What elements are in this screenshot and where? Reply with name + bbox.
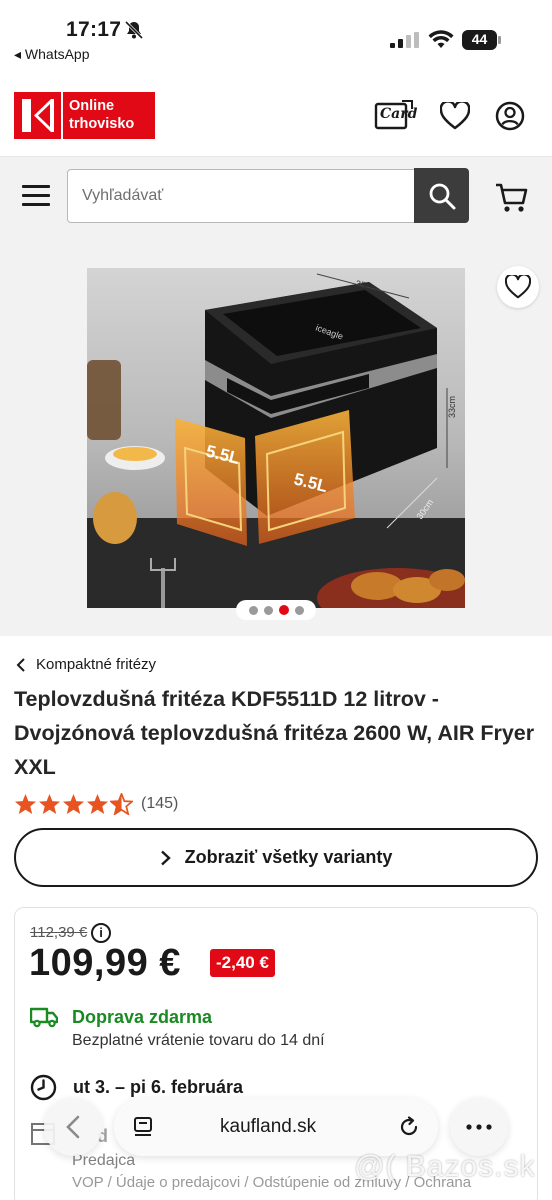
battery-icon: 44: [462, 30, 502, 50]
rating-count[interactable]: (145): [141, 795, 178, 813]
star-full-icon: [38, 793, 61, 815]
chevron-left-icon: [16, 657, 25, 672]
gallery-dot[interactable]: [263, 605, 273, 615]
favorite-button[interactable]: [497, 266, 539, 308]
breadcrumb[interactable]: Kompaktné fritézy: [16, 656, 156, 673]
shipping-row: Doprava zdarma: [30, 1006, 212, 1028]
user-account-icon[interactable]: [490, 96, 530, 136]
address-bar[interactable]: kaufland.sk: [114, 1098, 438, 1156]
card-label: Card: [380, 106, 418, 122]
old-price: 112,39 €: [30, 924, 88, 941]
reader-mode-icon[interactable]: [132, 1116, 154, 1138]
menu-hamburger-icon[interactable]: [22, 185, 50, 207]
status-time: 17:17: [66, 18, 122, 41]
gallery-pagination[interactable]: [236, 600, 316, 620]
search-icon: [429, 183, 455, 209]
search-input[interactable]: Vyhľadávať: [67, 169, 415, 223]
product-gallery[interactable]: iceagle 5.5L 5.5L 35cm 33cm 30cm: [0, 238, 552, 636]
bell-slash-icon: [124, 20, 144, 40]
product-title: Teplovzdušná fritéza KDF5511D 12 litrov …: [14, 687, 535, 779]
product-image[interactable]: iceagle 5.5L 5.5L 35cm 33cm 30cm: [87, 268, 465, 608]
info-icon[interactable]: i: [91, 923, 111, 943]
logo-text: Online trhovisko: [61, 92, 155, 139]
free-return-text: Bezplatné vrátenie tovaru do 14 dní: [72, 1032, 325, 1049]
star-full-icon: [62, 793, 85, 815]
gallery-dot[interactable]: [294, 605, 304, 615]
star-full-icon: [86, 793, 109, 815]
search-bar: Vyhľadávať: [0, 156, 552, 238]
gallery-dot[interactable]: [248, 605, 258, 615]
back-to-app[interactable]: ◂ WhatsApp: [14, 46, 90, 63]
logo-line-1: Online: [69, 98, 115, 114]
kaufland-logo[interactable]: Online trhovisko: [14, 92, 155, 139]
watermark: @( Bazos.sk: [354, 1150, 536, 1183]
gallery-dot-active[interactable]: [278, 605, 289, 615]
show-variants-button[interactable]: Zobraziť všetky varianty: [14, 828, 538, 887]
height-label: 33cm: [447, 396, 457, 418]
delivery-dates: ut 3. – pi 6. februára: [73, 1077, 244, 1097]
address-url[interactable]: kaufland.sk: [220, 1116, 316, 1138]
signal-icon: [390, 32, 419, 48]
card-icon[interactable]: Card: [374, 96, 418, 136]
show-variants-label: Zobraziť všetky varianty: [184, 847, 393, 867]
search-button[interactable]: [414, 168, 469, 223]
chevron-right-icon: [160, 850, 171, 865]
status-bar: 17:17 ◂ WhatsApp 44: [0, 0, 552, 70]
wishlist-heart-icon[interactable]: [435, 96, 475, 136]
product-rating[interactable]: (145): [14, 793, 178, 815]
heart-icon: [505, 275, 531, 299]
logo-mark: [14, 92, 61, 139]
more-options-button[interactable]: [450, 1098, 508, 1156]
reload-icon[interactable]: [398, 1116, 420, 1138]
current-price: 109,99 €: [29, 942, 181, 984]
browser-back-button[interactable]: [44, 1098, 102, 1156]
ellipsis-icon: [466, 1124, 492, 1130]
discount-badge: -2,40 €: [210, 949, 275, 977]
logo-line-2: trhovisko: [69, 116, 135, 132]
wifi-icon: [428, 30, 454, 48]
battery-level: 44: [471, 31, 488, 47]
site-header: Online trhovisko Card: [0, 70, 552, 156]
star-half-icon: [110, 793, 133, 815]
breadcrumb-category[interactable]: Kompaktné fritézy: [36, 656, 156, 673]
cart-icon[interactable]: [494, 179, 530, 215]
chevron-left-icon: [66, 1115, 80, 1139]
star-full-icon: [14, 793, 37, 815]
truck-icon: [30, 1007, 58, 1028]
shipping-title: Doprava zdarma: [72, 1007, 213, 1027]
